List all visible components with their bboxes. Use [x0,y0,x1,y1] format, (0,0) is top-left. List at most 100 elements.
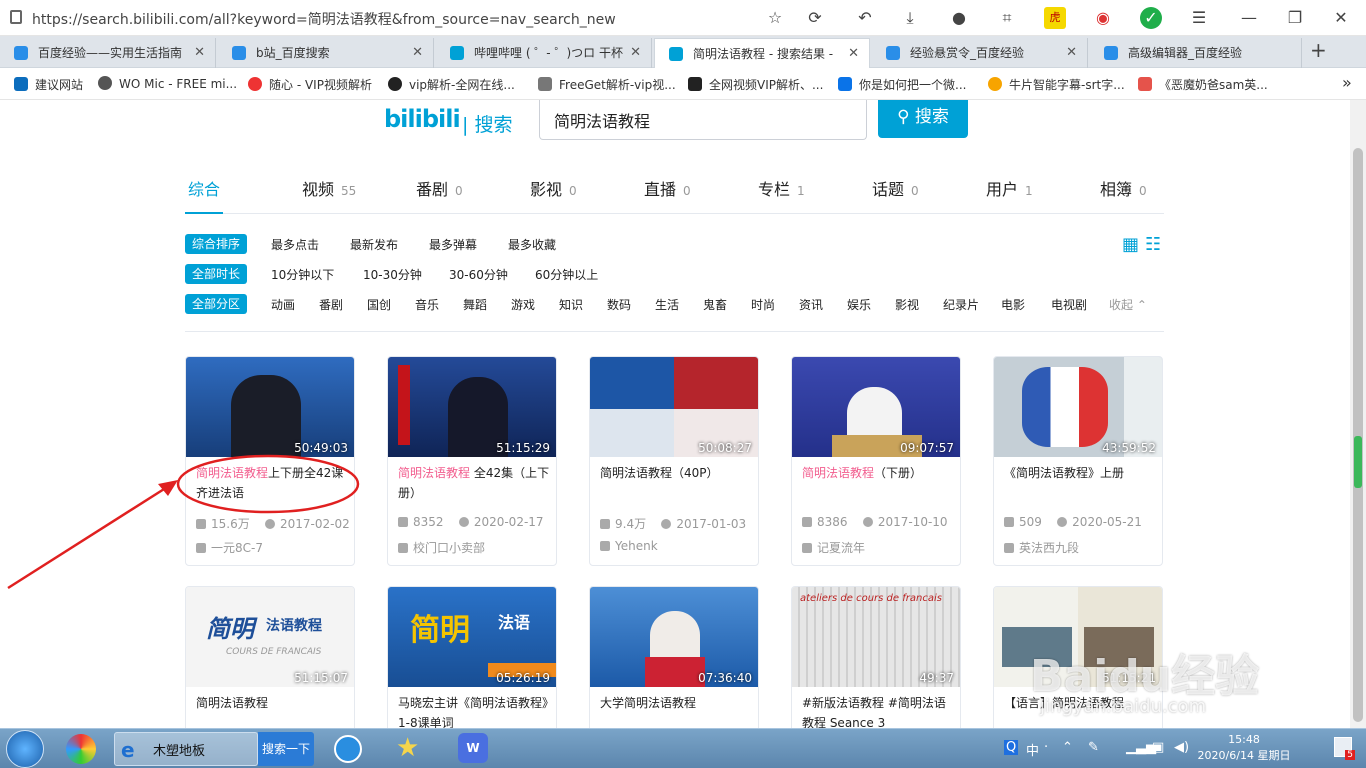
vscode-icon[interactable] [334,735,362,763]
page-scrollbar[interactable] [1350,100,1366,728]
clock[interactable]: 15:48 2020/6/14 星期日 [1196,732,1292,764]
qq-icon[interactable]: Q [1004,740,1019,755]
tab-close-icon[interactable]: ✕ [630,38,641,68]
baidu-paw-icon [1104,46,1118,60]
bilibili-tv-icon [669,47,683,61]
baidu-paw-icon [886,46,900,60]
tab-close-icon[interactable]: ✕ [848,39,859,68]
download-icon[interactable]: ⤓ [899,7,921,29]
bookmark-label: WO Mic - FREE mi... [119,77,238,91]
bookmark-item[interactable]: 全网视频VIP解析、... [688,76,823,93]
niupian-icon [988,77,1002,91]
clock-time: 15:48 [1228,733,1260,746]
zhihu-icon [838,77,852,91]
battery-icon[interactable]: ▣ [1152,740,1164,755]
notification-icon[interactable]: 5 [1334,737,1355,760]
tray-dots-icon[interactable]: · [1044,740,1048,755]
bookmark-item[interactable]: FreeGet解析-vip视... [538,76,676,93]
lock-icon [10,10,22,24]
bookmark-label: vip解析-全网在线... [409,78,515,92]
avatar-icon[interactable]: ● [948,7,970,29]
bilibili-tv-icon [450,46,464,60]
tab-close-icon[interactable]: ✕ [412,38,423,68]
page-content: bilibili | 搜索 简明法语教程 ⚲ 搜索 综合 视频 55 番剧 0 影视… [0,100,1350,728]
undo-icon[interactable]: ↶ [854,7,876,29]
globe-icon [98,76,112,90]
tab-item[interactable]: 经验悬赏令_百度经验 ✕ [872,38,1088,68]
tab-label: 简明法语教程 - 搜索结果 - [693,47,834,61]
tab-item[interactable]: b站_百度搜索 ✕ [218,38,434,68]
crop-icon[interactable]: ⌗ [996,7,1018,29]
tab-label: 经验悬赏令_百度经验 [910,46,1025,60]
bookmark-label: FreeGet解析-vip视... [559,78,676,92]
ime-indicator[interactable]: 中 [1026,740,1039,759]
tab-label: b站_百度搜索 [256,46,330,60]
annotation-circle [176,454,360,514]
url-text[interactable]: https://search.bilibili.com/all?keyword=… [32,9,616,29]
new-tab-button[interactable]: + [1310,38,1327,62]
bookmark-label: 全网视频VIP解析、... [709,78,824,92]
tiger-icon[interactable]: 虎 [1044,7,1066,29]
baidu-jingyan-watermark: Baidu经验 [1030,651,1260,702]
bookmark-item[interactable]: 《恶魔奶爸sam英... [1138,76,1268,93]
star-app-icon[interactable]: ★ [396,733,419,763]
bookmark-item[interactable]: 建议网站 [14,76,83,93]
taskbar-search-button[interactable]: 搜索一下 [258,732,314,766]
bookmark-label: 牛片智能字幕-srt字... [1009,78,1125,92]
bookmark-label: 随心 - VIP视频解析 [269,78,372,92]
colorful-app-icon[interactable] [66,734,96,764]
ie-icon: e [121,738,135,762]
baidu-watermark-url: jingyan.baidu.com [1040,696,1207,717]
tab-label: 哔哩哔哩 ( ゜- ゜)つロ 干杯 [474,46,623,60]
menu-icon[interactable]: ☰ [1188,7,1210,29]
tab-label: 高级编辑器_百度经验 [1128,46,1243,60]
address-bar: https://search.bilibili.com/all?keyword=… [0,0,1366,36]
close-icon[interactable]: ✕ [1330,7,1352,29]
suixin-icon [248,77,262,91]
tab-close-icon[interactable]: ✕ [194,38,205,68]
vip-icon [388,77,402,91]
tab-strip: 百度经验——实用生活指南 ✕ b站_百度搜索 ✕ 哔哩哔哩 ( ゜- ゜)つロ 干杯… [0,36,1366,68]
annotation-arrow-line [7,482,173,590]
check-extension-icon[interactable]: ✓ [1140,7,1162,29]
annotation-arrowhead [158,480,178,496]
chrome-icon[interactable]: ◉ [1092,7,1114,29]
star-icon[interactable]: ☆ [764,7,786,29]
volume-icon[interactable]: ◀) [1174,740,1189,755]
restore-icon[interactable]: ❐ [1284,7,1306,29]
bookmark-item[interactable]: 你是如何把一个微... [838,76,966,93]
ie-task-label: 木塑地板 [153,744,206,759]
tab-item-active[interactable]: 简明法语教程 - 搜索结果 - ✕ [654,38,870,68]
bookmark-item[interactable]: vip解析-全网在线... [388,76,515,93]
tray-pen-icon[interactable]: ✎ [1088,740,1099,755]
windows-taskbar: e 木塑地板 搜索一下 ★ W Q 中 · ⌃ ✎ ▁▃▅ ▣ ◀) 15:48 2… [0,728,1366,768]
minimize-icon[interactable]: — [1238,7,1260,29]
tray-arrow-icon[interactable]: ⌃ [1062,740,1073,755]
wps-icon[interactable]: W [458,733,488,763]
ie-taskbar-item[interactable]: e 木塑地板 [114,732,258,766]
scroll-marker [1354,436,1362,488]
bookmark-item[interactable]: 随心 - VIP视频解析 [248,76,372,93]
tab-item[interactable]: 高级编辑器_百度经验 [1090,38,1302,68]
scrollbar-thumb[interactable] [1353,148,1363,722]
bookmark-label: 你是如何把一个微... [859,78,967,92]
baidu-paw-icon [232,46,246,60]
clock-date: 2020/6/14 星期日 [1197,749,1291,762]
tab-label: 百度经验——实用生活指南 [38,46,183,60]
bookmark-item[interactable]: WO Mic - FREE mi... [98,76,237,91]
bookmarks-overflow-icon[interactable]: » [1342,73,1352,92]
jian-icon [1138,77,1152,91]
tab-close-icon[interactable]: ✕ [1066,38,1077,68]
refresh-icon[interactable]: ⟳ [804,7,826,29]
freeget-icon [538,77,552,91]
tab-item[interactable]: 百度经验——实用生活指南 ✕ [0,38,216,68]
baidu-paw-icon [14,46,28,60]
bookmark-item[interactable]: 牛片智能字幕-srt字... [988,76,1125,93]
bing-icon [14,77,28,91]
red-annotation [7,454,360,590]
start-button-icon[interactable] [6,730,44,768]
bookmark-label: 《恶魔奶爸sam英... [1159,78,1268,92]
bookmarks-bar: 建议网站 WO Mic - FREE mi... 随心 - VIP视频解析 vi… [0,68,1366,100]
vx-icon [688,77,702,91]
tab-item[interactable]: 哔哩哔哩 ( ゜- ゜)つロ 干杯 ✕ [436,38,652,68]
